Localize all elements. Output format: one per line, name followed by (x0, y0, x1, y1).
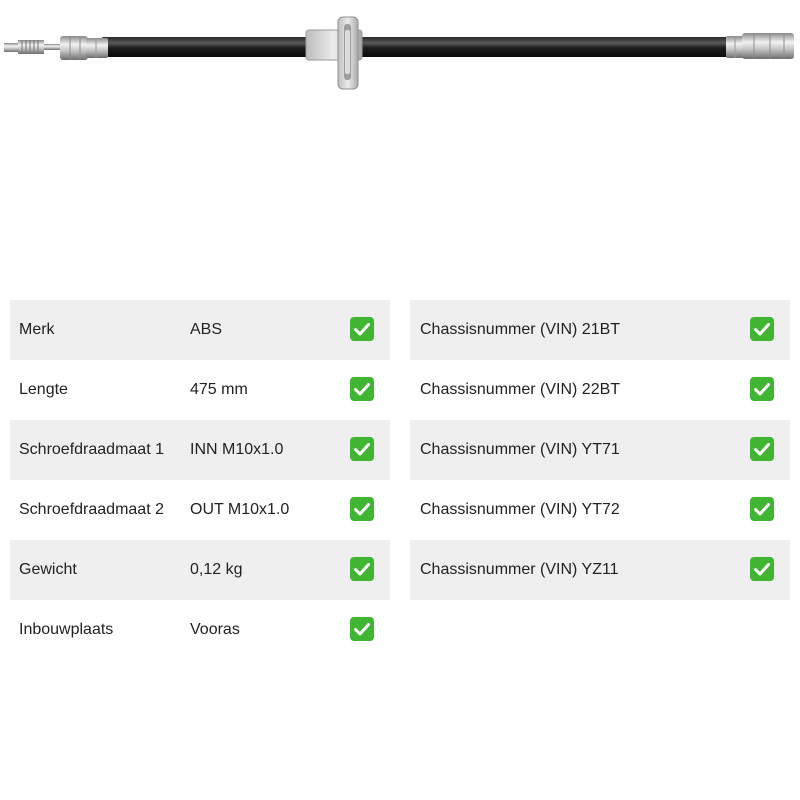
check-icon (350, 557, 374, 581)
vin-row: Chassisnummer (VIN) YT71 (410, 420, 790, 480)
vin-table: Chassisnummer (VIN) 21BT Chassisnummer (V… (410, 300, 790, 600)
vin-text: Chassisnummer (VIN) 22BT (420, 381, 621, 398)
spec-row: Gewicht 0,12 kg (10, 540, 390, 600)
spec-label: Inbouwplaats (19, 621, 114, 638)
spec-value: INN M10x1.0 (190, 441, 284, 458)
spec-row: Merk ABS (10, 300, 390, 360)
check-icon (350, 437, 374, 461)
spec-label: Lengte (19, 381, 68, 398)
check-icon (750, 437, 774, 461)
spec-value: ABS (190, 321, 223, 338)
vin-text: Chassisnummer (VIN) 21BT (420, 321, 621, 338)
spec-row: Inbouwplaats Vooras (10, 600, 390, 660)
spec-value: 475 mm (190, 381, 248, 398)
check-icon (350, 317, 374, 341)
check-icon (350, 497, 374, 521)
spec-value: OUT M10x1.0 (190, 501, 290, 518)
check-icon (750, 497, 774, 521)
spec-row: Schroefdraadmaat 1 INN M10x1.0 (10, 420, 390, 480)
vin-text: Chassisnummer (VIN) YT71 (420, 441, 620, 458)
spec-table: Merk ABS Lengte 475 mm Schroefdraadmaat 1 INN… (10, 300, 390, 660)
spec-label: Schroefdraadmaat 2 (19, 501, 164, 518)
vin-row: Chassisnummer (VIN) 21BT (410, 300, 790, 360)
spec-row: Schroefdraadmaat 2 OUT M10x1.0 (10, 480, 390, 540)
spec-row: Lengte 475 mm (10, 360, 390, 420)
vin-text: Chassisnummer (VIN) YT72 (420, 501, 620, 518)
check-icon (750, 557, 774, 581)
spec-value: Vooras (190, 621, 240, 638)
spec-label: Merk (19, 321, 55, 338)
check-icon (350, 617, 374, 641)
vin-row: Chassisnummer (VIN) 22BT (410, 360, 790, 420)
product-page: Merk ABS Lengte 475 mm Schroefdraadmaat 1 INN… (0, 0, 800, 800)
check-icon (350, 377, 374, 401)
check-icon (750, 317, 774, 341)
brake-hose-image (4, 16, 794, 90)
vin-row: Chassisnummer (VIN) YT72 (410, 480, 790, 540)
spec-label: Gewicht (19, 561, 77, 578)
check-icon (750, 377, 774, 401)
spec-value: 0,12 kg (190, 561, 243, 578)
spec-label: Schroefdraadmaat 1 (19, 441, 164, 458)
vin-row: Chassisnummer (VIN) YZ11 (410, 540, 790, 600)
vin-text: Chassisnummer (VIN) YZ11 (420, 561, 619, 578)
